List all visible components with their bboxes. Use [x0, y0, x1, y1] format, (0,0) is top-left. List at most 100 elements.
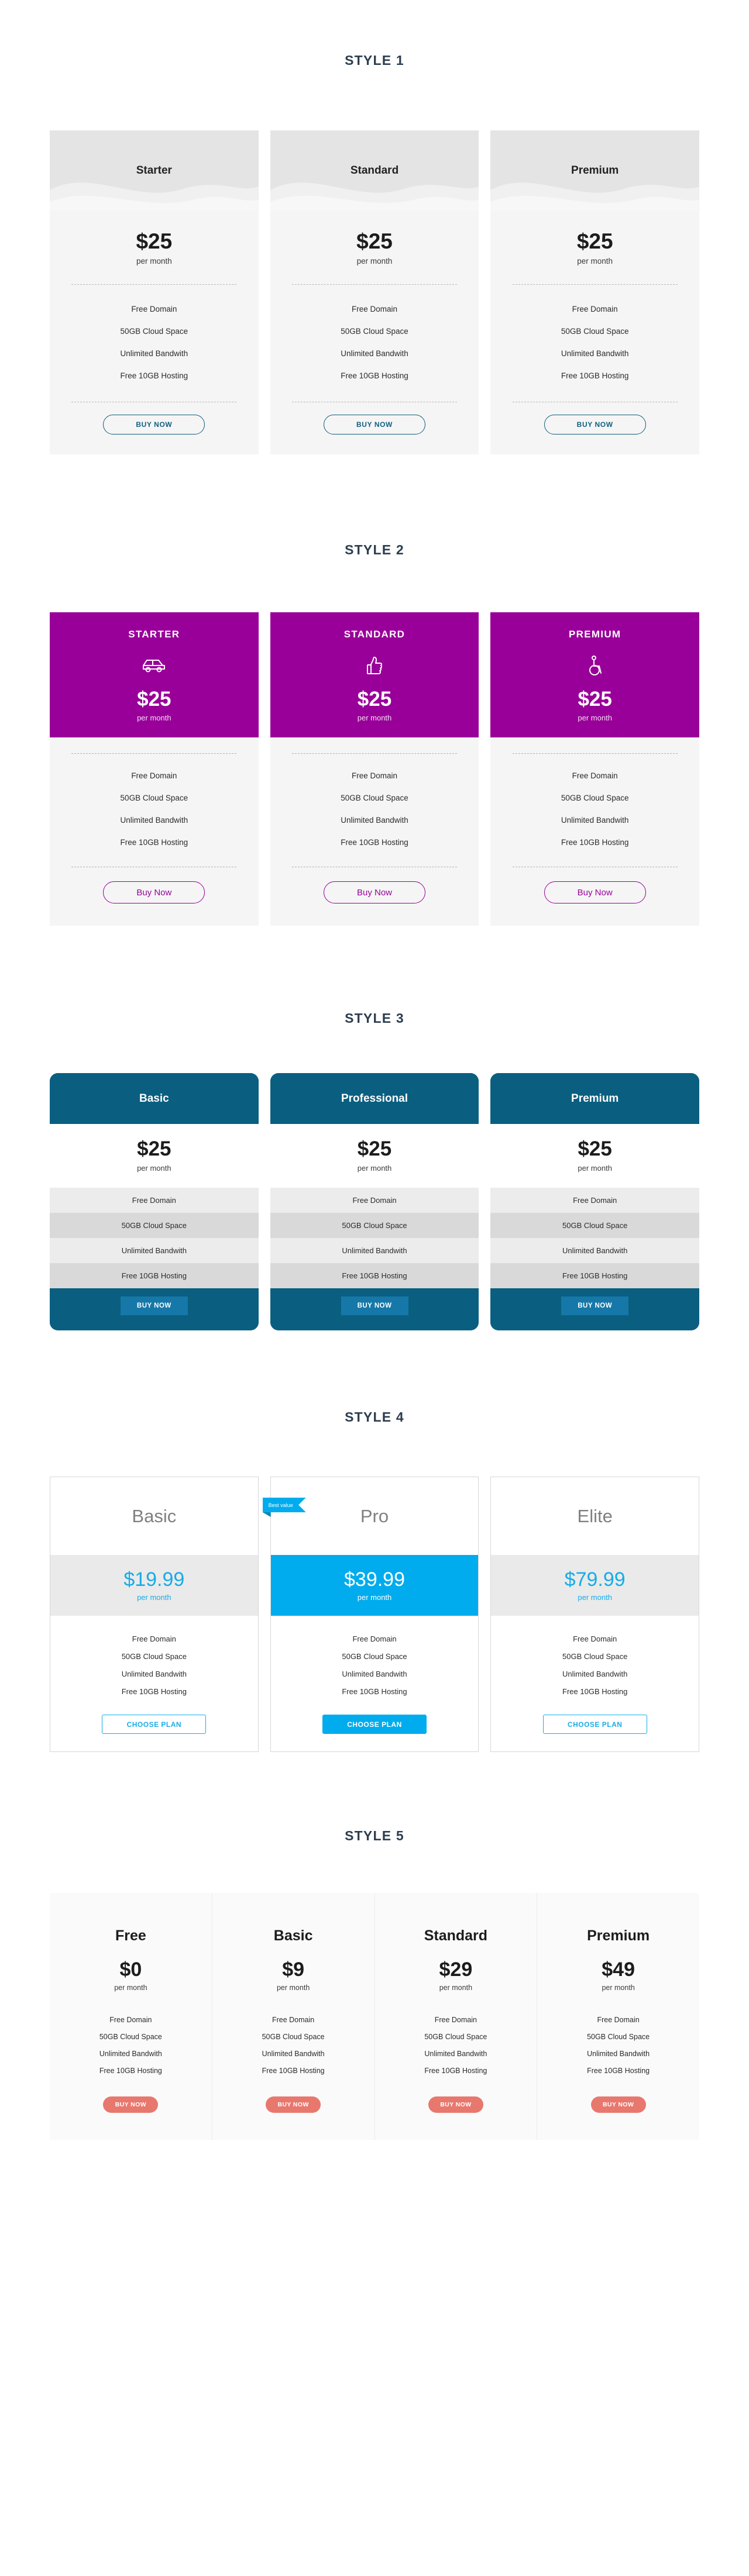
- pricing-card[interactable]: STANDARD $25 per month Free Domain 50GB …: [270, 612, 479, 926]
- pricing-card[interactable]: Basic $9 per month Free Domain 50GB Clou…: [212, 1893, 375, 2140]
- plan-name: Premium: [571, 164, 619, 177]
- feature-item: 50GB Cloud Space: [121, 1652, 187, 1661]
- card-header: PREMIUM $25 per month: [490, 612, 700, 737]
- plan-period: per month: [578, 1592, 612, 1602]
- feature-item: Unlimited Bandwith: [424, 2050, 487, 2058]
- pricing-card[interactable]: Premium $25 per month Free Domain 50GB C…: [490, 1073, 700, 1330]
- plan-period: per month: [114, 1984, 147, 1992]
- pricing-tables-page: STYLE 1 Starter $25 per month Free Domai…: [0, 0, 749, 2187]
- feature-item: 50GB Cloud Space: [262, 2033, 325, 2041]
- pricing-board: Free $0 per month Free Domain 50GB Cloud…: [50, 1893, 699, 2140]
- pricing-card[interactable]: STARTER $25 per month Free Domain 50GB C…: [50, 612, 259, 926]
- feature-list: Free Domain 50GB Cloud Space Unlimited B…: [342, 1634, 407, 1696]
- plan-period: per month: [137, 1592, 171, 1602]
- feature-item: 50GB Cloud Space: [561, 327, 629, 336]
- buy-now-button[interactable]: BUY NOW: [103, 2096, 159, 2113]
- feature-item: Free Domain: [50, 1188, 259, 1213]
- choose-plan-button[interactable]: CHOOSE PLAN: [322, 1715, 427, 1734]
- buy-now-button[interactable]: BUY NOW: [561, 1296, 629, 1315]
- plan-price: $25: [137, 688, 171, 711]
- feature-list: Free Domain 50GB Cloud Space Unlimited B…: [341, 305, 408, 380]
- plan-name: Starter: [136, 164, 172, 177]
- buy-now-button[interactable]: BUY NOW: [590, 2096, 646, 2113]
- card-header: Basic: [50, 1073, 259, 1124]
- choose-plan-button[interactable]: CHOOSE PLAN: [542, 1715, 647, 1734]
- feature-item: 50GB Cloud Space: [587, 2033, 650, 2041]
- feature-list: Free Domain 50GB Cloud Space Unlimited B…: [587, 2016, 650, 2075]
- buy-now-button[interactable]: BUY NOW: [103, 415, 205, 434]
- feature-item: Unlimited Bandwith: [341, 816, 408, 825]
- pricing-card[interactable]: Free $0 per month Free Domain 50GB Cloud…: [50, 1893, 212, 2140]
- feature-item: 50GB Cloud Space: [341, 794, 408, 802]
- pricing-card-featured[interactable]: Best value Pro $39.99 per month Free Dom…: [262, 1477, 479, 1752]
- buy-now-button[interactable]: BUY NOW: [120, 1296, 188, 1315]
- buy-now-button[interactable]: Buy Now: [103, 881, 205, 904]
- pricing-card[interactable]: Premium $25 per month Free Domain 50GB C…: [490, 130, 700, 454]
- plan-name: Elite: [577, 1505, 613, 1526]
- plan-name: Basic: [273, 1927, 313, 1944]
- plan-price: $49: [602, 1958, 635, 1981]
- style-4-cards-row: Basic $19.99 per month Free Domain 50GB …: [0, 1477, 749, 1752]
- feature-list: Free Domain 50GB Cloud Space Unlimited B…: [121, 305, 188, 380]
- plan-period: per month: [578, 1164, 612, 1173]
- plan-name: Free: [115, 1927, 146, 1944]
- feature-list: Free Domain 50GB Cloud Space Unlimited B…: [561, 771, 629, 847]
- buy-now-button[interactable]: BUY NOW: [544, 415, 646, 434]
- pricing-card[interactable]: Premium $49 per month Free Domain 50GB C…: [537, 1893, 699, 2140]
- wave-decoration-icon: [50, 182, 259, 211]
- plan-name: Premium: [587, 1927, 650, 1944]
- plan-period: per month: [137, 1164, 171, 1173]
- feature-list: Free Domain 50GB Cloud Space Unlimited B…: [121, 771, 188, 847]
- choose-plan-button[interactable]: CHOOSE PLAN: [102, 1715, 207, 1734]
- pricing-card[interactable]: Standard $25 per month Free Domain 50GB …: [270, 130, 479, 454]
- divider: [71, 753, 237, 754]
- wave-decoration-icon: [270, 182, 479, 211]
- style-5-title: STYLE 5: [345, 1828, 404, 1843]
- plan-period: per month: [137, 713, 171, 722]
- pricing-card[interactable]: PREMIUM $25 per month Free Domain 50GB C…: [490, 612, 700, 926]
- ribbon-fold-icon: [262, 1512, 271, 1517]
- plan-period: per month: [357, 1592, 392, 1602]
- buy-now-button[interactable]: BUY NOW: [266, 2096, 321, 2113]
- pricing-card[interactable]: Basic $19.99 per month Free Domain 50GB …: [50, 1477, 259, 1752]
- style-2-section: STYLE 2 STARTER $25 per month Free Domai…: [0, 454, 749, 926]
- pricing-card[interactable]: Elite $79.99 per month Free Domain 50GB …: [490, 1477, 700, 1752]
- feature-item: 50GB Cloud Space: [341, 327, 408, 336]
- style-4-section: STYLE 4 Basic $19.99 per month Free Doma…: [0, 1330, 749, 1752]
- plan-period: per month: [357, 1164, 392, 1173]
- feature-item: 50GB Cloud Space: [50, 1213, 259, 1238]
- pricing-card[interactable]: Standard $29 per month Free Domain 50GB …: [375, 1893, 538, 2140]
- buy-now-button[interactable]: BUY NOW: [428, 2096, 483, 2113]
- buy-now-button[interactable]: Buy Now: [324, 881, 425, 904]
- feature-list: Free Domain 50GB Cloud Space Unlimited B…: [122, 1634, 187, 1696]
- plan-period: per month: [136, 257, 172, 265]
- plan-price: $19.99: [123, 1568, 185, 1591]
- style-3-section: STYLE 3 Basic $25 per month Free Domain …: [0, 926, 749, 1330]
- buy-now-button[interactable]: Buy Now: [544, 881, 646, 904]
- price-block: $39.99 per month: [270, 1555, 479, 1616]
- plan-price: $25: [356, 229, 393, 253]
- divider: [512, 284, 678, 285]
- feature-item: Free 10GB Hosting: [120, 371, 188, 380]
- feature-item: Unlimited Bandwith: [341, 349, 408, 358]
- feature-item: Free 10GB Hosting: [50, 1263, 259, 1288]
- divider: [292, 753, 457, 754]
- pricing-card[interactable]: Basic $25 per month Free Domain 50GB Clo…: [50, 1073, 259, 1330]
- feature-item: Free 10GB Hosting: [341, 371, 408, 380]
- pricing-card[interactable]: Professional $25 per month Free Domain 5…: [270, 1073, 479, 1330]
- feature-item: Free Domain: [132, 1634, 176, 1643]
- plan-period: per month: [439, 1984, 473, 1992]
- style-1-cards-row: Starter $25 per month Free Domain 50GB C…: [0, 130, 749, 454]
- plan-name: Premium: [571, 1092, 619, 1105]
- buy-now-button[interactable]: BUY NOW: [341, 1296, 408, 1315]
- feature-item: 50GB Cloud Space: [561, 794, 629, 802]
- style-2-title: STYLE 2: [345, 542, 404, 557]
- buy-now-button[interactable]: BUY NOW: [324, 415, 425, 434]
- pricing-card[interactable]: Starter $25 per month Free Domain 50GB C…: [50, 130, 259, 454]
- wave-decoration-icon: [490, 182, 700, 211]
- feature-item: Unlimited Bandwith: [50, 1238, 259, 1263]
- feature-item: Unlimited Bandwith: [99, 2050, 162, 2058]
- feature-item: Free 10GB Hosting: [262, 2067, 325, 2075]
- feature-item: Free Domain: [597, 2016, 640, 2024]
- plan-period: per month: [602, 1984, 635, 1992]
